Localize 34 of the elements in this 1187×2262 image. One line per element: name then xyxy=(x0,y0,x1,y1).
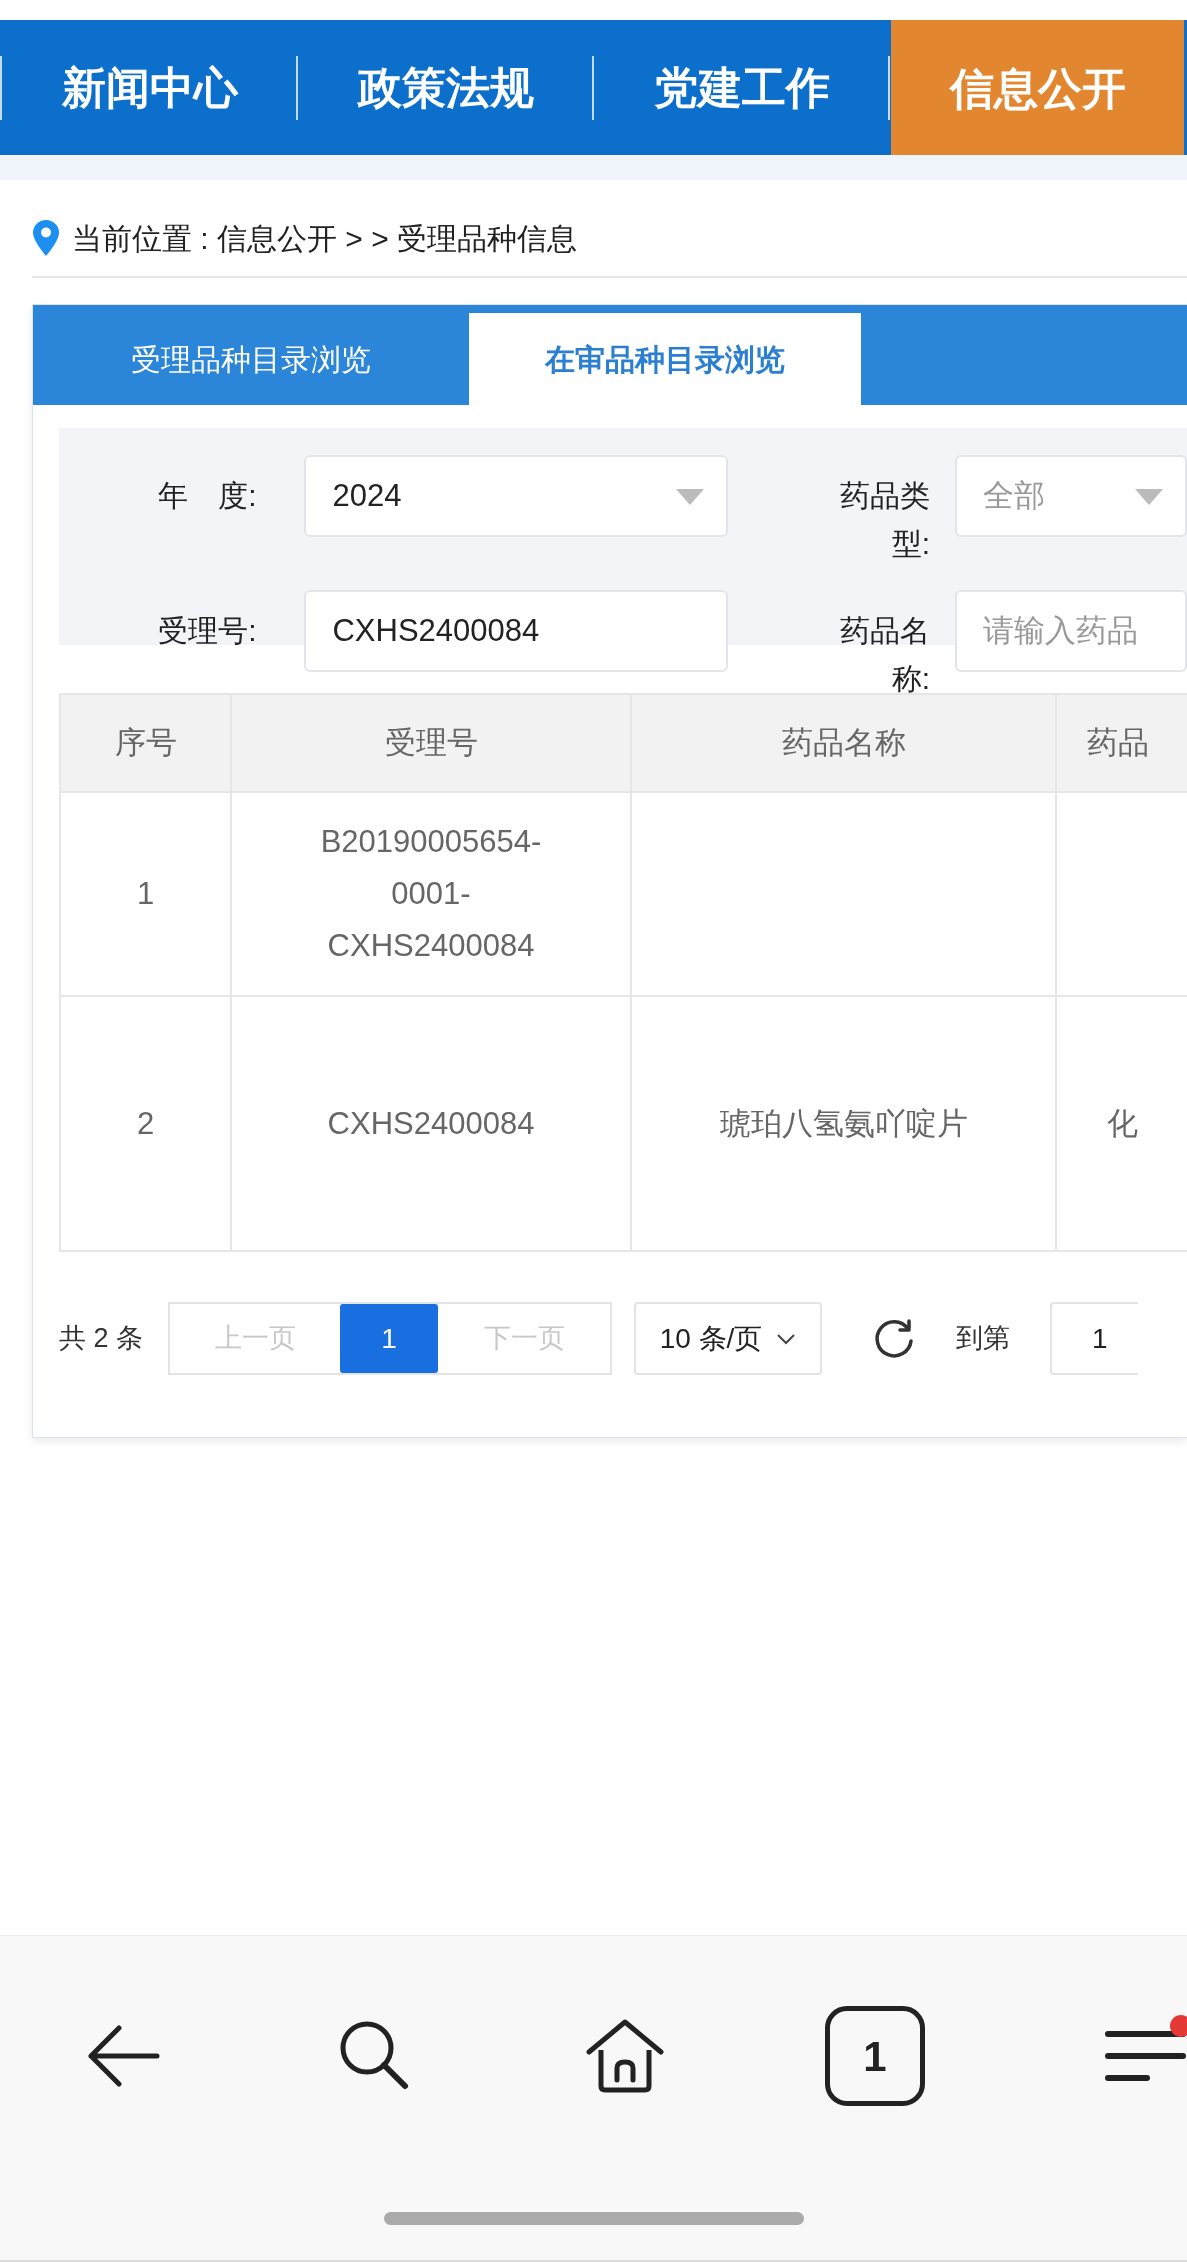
column-header: 序号 xyxy=(60,694,231,792)
tab[interactable]: 受理品种目录浏览 xyxy=(33,313,469,405)
table-cell: 2 xyxy=(60,996,231,1251)
page-button[interactable]: 1 xyxy=(340,1304,439,1373)
location-pin-icon xyxy=(32,219,60,257)
column-header: 药品 xyxy=(1056,694,1187,792)
field-label: 受理号: xyxy=(157,613,257,649)
field-label: 药品类型: xyxy=(839,478,930,562)
tab[interactable]: 在审品种目录浏览 xyxy=(469,313,861,405)
breadcrumb: 当前位置 : 信息公开 > > 受理品种信息 xyxy=(72,220,578,257)
dropdown-field[interactable]: 全部 xyxy=(955,455,1187,537)
nav-tab[interactable]: 党建工作 xyxy=(595,20,888,155)
total-count: 共 2 条 xyxy=(59,1322,144,1356)
nav-tab[interactable]: 新闻中心 xyxy=(3,20,296,155)
chevron-down-icon xyxy=(776,1332,797,1345)
table-cell: CXHS2400084 xyxy=(231,996,631,1251)
field-label: 药品名称: xyxy=(839,613,930,697)
input-field[interactable]: 请输入药品 xyxy=(955,590,1187,672)
nav-tab[interactable]: 政策法规 xyxy=(299,20,592,155)
goto-label: 到第 xyxy=(956,1322,1011,1356)
dropdown-caret-icon xyxy=(1135,489,1163,505)
tabs-button[interactable]: 1 xyxy=(825,2006,925,2106)
table-cell: 1 xyxy=(60,792,231,996)
field-label: 年 度: xyxy=(157,478,257,514)
column-header: 受理号 xyxy=(231,694,631,792)
column-header: 药品名称 xyxy=(631,694,1056,792)
page-size-select[interactable]: 10 条/页 xyxy=(634,1302,823,1375)
dropdown-field[interactable]: 2024 xyxy=(304,455,729,537)
page-number-field[interactable]: 1 xyxy=(1050,1302,1139,1375)
input-field[interactable]: CXHS2400084 xyxy=(304,590,729,672)
nav-tab[interactable]: 信息公开 xyxy=(891,20,1184,158)
table-cell: 琥珀八氢氨吖啶片 xyxy=(631,996,1056,1251)
dropdown-caret-icon xyxy=(676,489,705,505)
table-cell: B20190005654-0001-CXHS2400084 xyxy=(231,792,631,996)
